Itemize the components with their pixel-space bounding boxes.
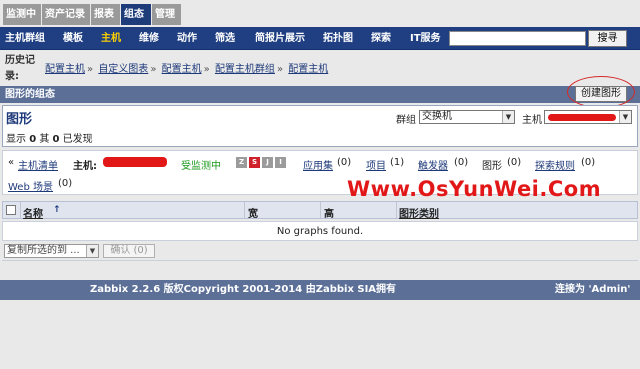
breadcrumb-link[interactable]: 配置主机 (45, 64, 85, 75)
tab-configuration[interactable]: 组态 (121, 4, 151, 25)
search-button[interactable]: 搜寻 (588, 30, 627, 47)
config-header: 图形的组态 创建图形 (0, 86, 640, 103)
graphs-panel: 图形 显示 0 其 0 已发现 群组 交换机 ▼ 主机 ▼ (2, 105, 638, 147)
subnav-templates[interactable]: 模板 (63, 27, 83, 50)
items-count: (1) (390, 157, 405, 168)
found-count: 显示 0 其 0 已发现 (6, 130, 93, 145)
applications-count: (0) (337, 157, 352, 168)
discovery-rules-link[interactable]: 探索规则 (535, 157, 575, 172)
jmx-icon: J (262, 157, 273, 168)
search-input[interactable] (449, 31, 586, 46)
tab-reports[interactable]: 报表 (91, 4, 120, 25)
breadcrumb-link[interactable]: 配置主机 (288, 64, 328, 75)
found-tail-label: 已发现 (62, 134, 93, 145)
subnav-maintenance[interactable]: 维修 (139, 27, 159, 50)
chevron-down-icon: ▼ (619, 111, 631, 123)
column-graph-type[interactable]: 图形类别 (399, 205, 439, 220)
chevron-down-icon: ▼ (86, 245, 98, 257)
highlight-ellipse (567, 76, 635, 108)
triggers-link[interactable]: 触发器 (418, 157, 448, 172)
watermark-text: Www.OsYunWei.Com (347, 177, 602, 201)
footer: Zabbix 2.2.6 版权Copyright 2001-2014 由Zabb… (0, 280, 640, 300)
arrow-left-icon: « (8, 157, 15, 168)
graphs-count: (0) (507, 157, 522, 168)
page-title: 图形 (6, 112, 33, 127)
breadcrumb-link[interactable]: 配置主机 (162, 64, 202, 75)
subnav-it-services[interactable]: IT服务 (410, 27, 441, 50)
snmp-icon: S (249, 157, 260, 168)
empty-table-message: No graphs found. (2, 221, 638, 241)
discovery-rules-count: (0) (581, 157, 596, 168)
redacted-mark (548, 114, 616, 121)
top-tabs: 监测中 资产记录 报表 组态 管理 (0, 0, 640, 27)
subnav-filters[interactable]: 筛选 (215, 27, 235, 50)
group-select[interactable]: 交换机 ▼ (419, 110, 515, 124)
confirm-button[interactable]: 确认 (0) (103, 244, 155, 258)
config-title: 图形的组态 (5, 89, 55, 100)
column-name[interactable]: 名称 (23, 205, 43, 220)
table-header: 名称 ↑ 宽 高 图形类别 (2, 201, 638, 220)
group-label: 群组 (396, 115, 416, 126)
found-display-label: 显示 (6, 134, 26, 145)
select-all-checkbox[interactable] (6, 205, 16, 215)
mass-action-select-value: 复制所选的到 ... (7, 245, 80, 256)
host-label-text: 主机: (73, 161, 97, 172)
sub-navigation: 主机群组 模板 主机 维修 动作 筛选 简报片展示 拓扑图 探索 IT服务 搜寻 (0, 27, 640, 50)
breadcrumb-link[interactable]: 自定义图表 (98, 64, 148, 75)
graphs-label: 图形 (482, 161, 502, 172)
web-scenarios-count: (0) (58, 178, 73, 189)
subnav-maps[interactable]: 拓扑图 (323, 27, 353, 50)
chevron-down-icon: ▼ (502, 111, 514, 123)
ipmi-icon: I (275, 157, 286, 168)
redacted-hostname (103, 157, 167, 167)
subnav-actions[interactable]: 动作 (177, 27, 197, 50)
column-height: 高 (324, 209, 334, 220)
applications-link[interactable]: 应用集 (303, 157, 333, 172)
subnav-slideshows[interactable]: 简报片展示 (255, 27, 305, 50)
found-count-total: 0 (52, 134, 60, 145)
items-link[interactable]: 项目 (366, 157, 386, 172)
tab-administration[interactable]: 管理 (152, 4, 181, 25)
breadcrumb-link[interactable]: 配置主机群组 (215, 64, 275, 75)
history-label: 历史记录: (5, 55, 35, 82)
host-list-link[interactable]: 主机清单 (18, 157, 58, 172)
group-select-value: 交换机 (422, 111, 452, 122)
tab-monitoring[interactable]: 监测中 (3, 4, 41, 25)
host-label: 主机 (522, 115, 542, 126)
host-select[interactable]: ▼ (544, 110, 632, 124)
found-count-shown: 0 (29, 134, 37, 145)
connected-user: 连接为 'Admin' (555, 284, 631, 295)
subnav-host-groups[interactable]: 主机群组 (5, 27, 45, 50)
tab-inventory[interactable]: 资产记录 (42, 4, 90, 25)
zabbix-agent-icon: Z (236, 157, 247, 168)
sort-asc-icon: ↑ (53, 205, 61, 215)
mass-action-select[interactable]: 复制所选的到 ... ▼ (4, 244, 99, 258)
triggers-count: (0) (454, 157, 469, 168)
column-width: 宽 (248, 209, 258, 220)
subnav-discovery[interactable]: 探索 (371, 27, 391, 50)
subnav-hosts[interactable]: 主机 (101, 27, 121, 50)
mass-action-bar: 复制所选的到 ... ▼ 确认 (0) (2, 241, 638, 261)
web-scenarios-link[interactable]: Web 场景 (8, 178, 53, 193)
status-badge: 受监测中 (181, 161, 221, 172)
breadcrumb: 配置主机» 自定义图表» 配置主机» 配置主机群组» 配置主机 (45, 64, 329, 75)
copyright-text: Zabbix 2.2.6 版权Copyright 2001-2014 由Zabb… (90, 284, 397, 295)
found-of-label: 其 (39, 134, 50, 145)
